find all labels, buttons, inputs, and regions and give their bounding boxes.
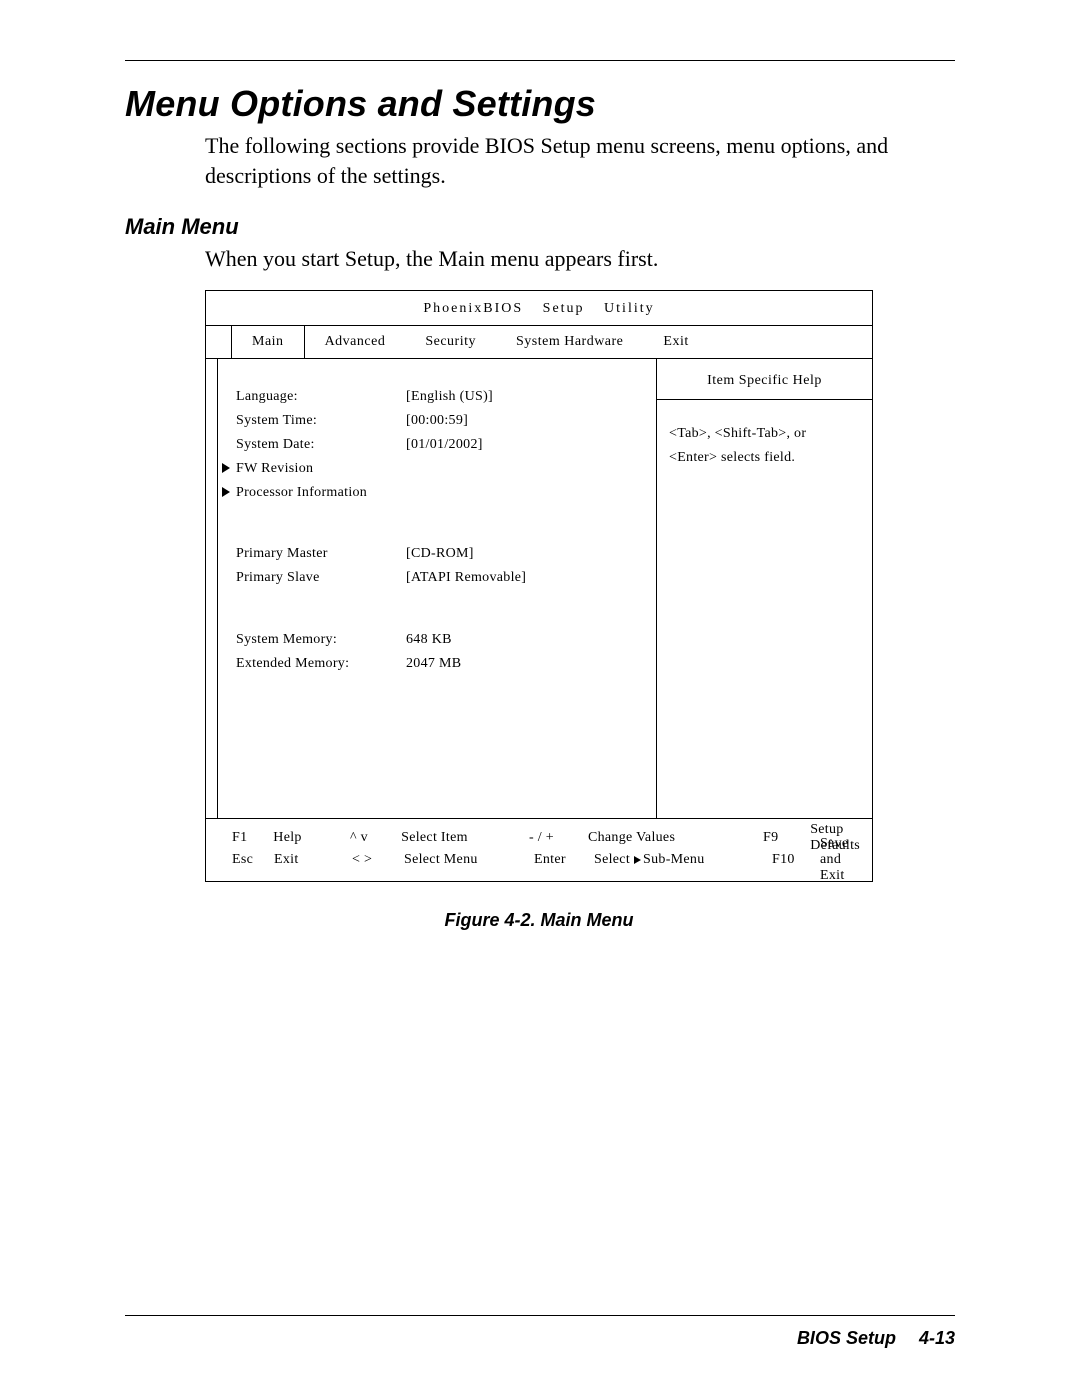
value-language: [English (US)]	[406, 385, 644, 409]
row-primary-slave[interactable]: Primary Slave [ATAPI Removable]	[236, 566, 644, 590]
submenu-arrow-icon	[222, 463, 230, 473]
footer-key-f9: F9	[763, 830, 810, 846]
footer-key-esc: Esc	[232, 852, 274, 868]
label-system-memory: System Memory:	[236, 628, 406, 652]
footer-label-change-values: Change Values	[588, 830, 763, 846]
label-extended-memory: Extended Memory:	[236, 652, 406, 676]
row-system-date[interactable]: System Date: [01/01/2002]	[236, 433, 644, 457]
footer-label-select-menu: Select Menu	[404, 852, 534, 868]
row-extended-memory: Extended Memory: 2047 MB	[236, 652, 644, 676]
bottom-rule	[125, 1315, 955, 1316]
footer-title: BIOS Setup	[797, 1328, 896, 1348]
value-system-memory: 648 KB	[406, 628, 644, 652]
value-extended-memory: 2047 MB	[406, 652, 644, 676]
footer-key-updown: ^ v	[350, 830, 401, 846]
row-system-time[interactable]: System Time: [00:00:59]	[236, 409, 644, 433]
footer-label-save-exit: Save and Exit	[820, 836, 860, 884]
help-title: Item Specific Help	[669, 359, 860, 399]
label-primary-master: Primary Master	[236, 542, 406, 566]
intro-paragraph: The following sections provide BIOS Setu…	[205, 131, 925, 190]
footer-label-exit: Exit	[274, 852, 352, 868]
footer-key-leftright: < >	[352, 852, 404, 868]
row-processor-info[interactable]: Processor Information	[236, 481, 644, 505]
label-system-time: System Time:	[236, 409, 406, 433]
value-primary-slave: [ATAPI Removable]	[406, 566, 644, 590]
help-line-2: <Enter> selects field.	[669, 446, 860, 470]
footer-key-f1: F1	[232, 830, 273, 846]
tab-security[interactable]: Security	[405, 326, 496, 358]
footer-key-enter: Enter	[534, 852, 594, 868]
value-system-date: [01/01/2002]	[406, 433, 644, 457]
row-primary-master[interactable]: Primary Master [CD-ROM]	[236, 542, 644, 566]
help-line-1: <Tab>, <Shift-Tab>, or	[669, 422, 860, 446]
submenu-arrow-icon	[222, 487, 230, 497]
bios-tab-bar: Main Advanced Security System Hardware E…	[206, 326, 872, 359]
page-footer-line: BIOS Setup 4-13	[125, 1328, 955, 1349]
row-system-memory: System Memory: 648 KB	[236, 628, 644, 652]
figure-caption: Figure 4-2. Main Menu	[205, 910, 873, 931]
value-primary-master: [CD-ROM]	[406, 542, 644, 566]
footer-label-help: Help	[273, 830, 350, 846]
row-fw-revision[interactable]: FW Revision	[236, 457, 644, 481]
label-language: Language:	[236, 385, 406, 409]
tab-main[interactable]: Main	[231, 326, 305, 358]
subheading-text: When you start Setup, the Main menu appe…	[205, 246, 955, 272]
tab-advanced[interactable]: Advanced	[305, 326, 406, 358]
bios-footer-help: F1 Help ^ v Select Item - / + Change Val…	[206, 819, 872, 881]
value-system-time: [00:00:59]	[406, 409, 644, 433]
submenu-arrow-icon	[634, 856, 641, 864]
label-fw-revision: FW Revision	[236, 457, 313, 481]
label-system-date: System Date:	[236, 433, 406, 457]
page-heading: Menu Options and Settings	[125, 83, 955, 125]
footer-label-select-submenu: Select Sub-Menu	[594, 852, 772, 868]
label-primary-slave: Primary Slave	[236, 566, 406, 590]
tab-system-hardware[interactable]: System Hardware	[496, 326, 643, 358]
footer-label-select-item: Select Item	[401, 830, 529, 846]
footer-key-f10: F10	[772, 852, 820, 868]
bios-main-panel: Language: [English (US)] System Time: [0…	[217, 359, 657, 818]
bios-title: PhoenixBIOS Setup Utility	[206, 291, 872, 326]
bios-screenshot: PhoenixBIOS Setup Utility Main Advanced …	[205, 290, 873, 881]
footer-key-plusminus: - / +	[529, 830, 588, 846]
bios-help-panel: Item Specific Help <Tab>, <Shift-Tab>, o…	[657, 359, 872, 818]
label-processor-info: Processor Information	[236, 481, 367, 505]
footer-page-number: 4-13	[919, 1328, 955, 1348]
tab-exit[interactable]: Exit	[643, 326, 708, 358]
subheading-main-menu: Main Menu	[125, 214, 955, 240]
top-rule	[125, 60, 955, 61]
row-language[interactable]: Language: [English (US)]	[236, 385, 644, 409]
